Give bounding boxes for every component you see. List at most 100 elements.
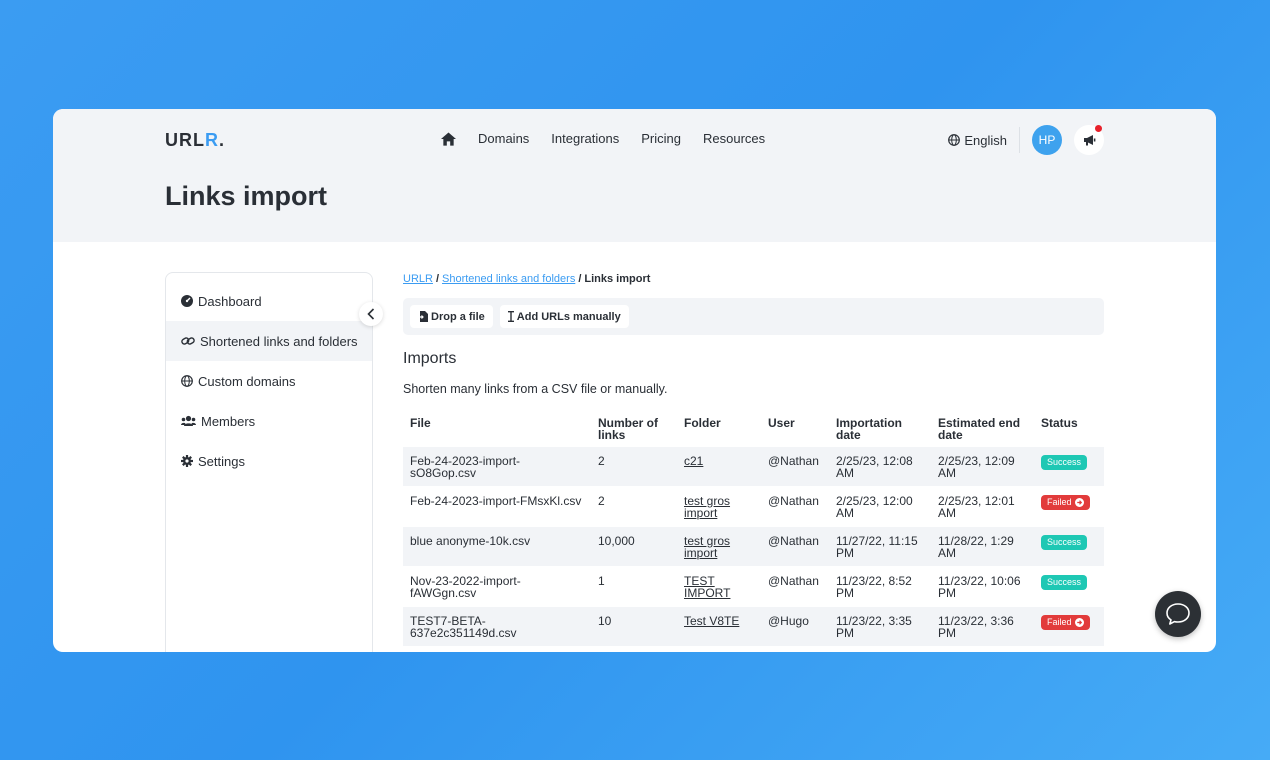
sidebar-item-custom-domains[interactable]: Custom domains: [166, 361, 372, 401]
status-badge: Success: [1041, 575, 1088, 590]
column-header-estimated-end-date[interactable]: Estimated end date: [931, 410, 1034, 447]
cell-status: Failed: [1034, 486, 1104, 527]
cell-user: @Nathan: [761, 526, 829, 567]
language-label: English: [964, 132, 1007, 148]
cell-folder: test gros import: [677, 526, 761, 567]
globe-icon: [181, 375, 193, 387]
arrow-circle-right-icon: [1074, 618, 1084, 627]
sidebar-item-label: Dashboard: [198, 293, 262, 309]
link-icon: [181, 337, 195, 345]
column-header-file[interactable]: File: [403, 410, 591, 447]
logo-accent: R: [205, 130, 219, 150]
app-window: URLR. Domains Integrations Pricing Resou…: [53, 109, 1216, 652]
announcements-button[interactable]: [1074, 125, 1104, 155]
cell-status: Failed: [1034, 606, 1104, 647]
column-header-importation-date[interactable]: Importation date: [829, 410, 931, 447]
cell-import-date: 2/25/23, 12:08 AM: [829, 446, 931, 487]
sidebar-item-shortened-links[interactable]: Shortened links and folders: [166, 321, 372, 361]
cell-user: @Nathan: [761, 566, 829, 607]
cell-import-date: 11/23/22, 3:35 PM: [829, 606, 931, 647]
breadcrumb-root-link[interactable]: URLR: [403, 273, 433, 285]
language-selector[interactable]: English: [948, 127, 1020, 153]
status-badge: Success: [1041, 455, 1088, 470]
add-urls-manually-button[interactable]: Add URLs manually: [499, 305, 629, 328]
globe-icon: [948, 134, 961, 146]
cell-status: Success: [1034, 566, 1104, 607]
table-row[interactable]: Nov-23-2022-import-fAWGgn.csv 1 TEST IMP…: [403, 566, 1104, 607]
text-cursor-icon: [507, 311, 514, 322]
nav-domains[interactable]: Domains: [478, 131, 529, 146]
folder-link[interactable]: test gros import: [684, 534, 730, 560]
users-icon: [181, 415, 196, 426]
breadcrumb-current: Links import: [584, 273, 651, 285]
status-label: Failed: [1047, 497, 1072, 507]
main-content: URLR / Shortened links and folders / Links i…: [403, 272, 1104, 647]
imports-description: Shorten many links from a CSV file or ma…: [403, 382, 668, 396]
sidebar-item-label: Members: [201, 413, 256, 429]
column-header-user[interactable]: User: [761, 410, 829, 447]
cell-links: 2: [591, 486, 677, 527]
home-icon[interactable]: [441, 131, 456, 146]
folder-link[interactable]: test gros import: [684, 494, 730, 520]
cell-file: Feb-24-2023-import-FMsxKl.csv: [403, 486, 591, 527]
table-row[interactable]: Feb-24-2023-import-FMsxKl.csv 2 test gro…: [403, 486, 1104, 527]
breadcrumb-separator: /: [435, 273, 440, 285]
sidebar-item-members[interactable]: Members: [166, 401, 372, 441]
cell-user: @Nathan: [761, 446, 829, 487]
table-row[interactable]: TEST7-BETA-637e2c351149d.csv 10 Test V8T…: [403, 606, 1104, 647]
logo-text: URL: [165, 130, 205, 150]
imports-title: Imports: [403, 350, 457, 367]
status-label: Success: [1047, 537, 1082, 547]
logo-dot: .: [219, 130, 226, 150]
chat-bubble-icon: [1166, 603, 1190, 625]
folder-link[interactable]: TEST IMPORT: [684, 574, 730, 600]
cell-end-date: 2/25/23, 12:09 AM: [931, 446, 1034, 487]
nav-pricing[interactable]: Pricing: [641, 131, 681, 146]
cell-end-date: 11/23/22, 3:36 PM: [931, 606, 1034, 647]
breadcrumb-parent-link[interactable]: Shortened links and folders: [442, 273, 575, 285]
table-row[interactable]: blue anonyme-10k.csv 10,000 test gros im…: [403, 526, 1104, 567]
folder-link[interactable]: c21: [684, 454, 703, 468]
sidebar-item-settings[interactable]: Settings: [166, 441, 372, 481]
file-import-icon: [418, 311, 428, 322]
nav-integrations[interactable]: Integrations: [551, 131, 619, 146]
sidebar-item-dashboard[interactable]: Dashboard: [166, 281, 372, 321]
gear-icon: [181, 455, 193, 467]
drop-file-button[interactable]: Drop a file: [410, 305, 493, 328]
imports-table: File Number of links Folder User Importa…: [403, 410, 1104, 647]
status-badge: Success: [1041, 535, 1088, 550]
breadcrumb-separator: /: [578, 273, 582, 285]
status-label: Success: [1047, 577, 1082, 587]
status-label: Success: [1047, 457, 1082, 467]
chevron-left-icon: [367, 308, 375, 320]
avatar[interactable]: HP: [1032, 125, 1062, 155]
collapse-sidebar-button[interactable]: [359, 302, 383, 326]
megaphone-icon: [1083, 135, 1095, 146]
cell-folder: test gros import: [677, 486, 761, 527]
cell-links: 1: [591, 566, 677, 607]
cell-folder: TEST IMPORT: [677, 566, 761, 607]
cell-import-date: 2/25/23, 12:00 AM: [829, 486, 931, 527]
cell-file: blue anonyme-10k.csv: [403, 526, 591, 567]
sidebar-item-label: Settings: [198, 453, 245, 469]
status-badge[interactable]: Failed: [1041, 495, 1090, 510]
status-badge[interactable]: Failed: [1041, 615, 1090, 630]
table-row[interactable]: Feb-24-2023-import-sO8Gop.csv 2 c21 @Nat…: [403, 446, 1104, 487]
chat-widget-button[interactable]: [1155, 591, 1201, 637]
cell-file: TEST7-BETA-637e2c351149d.csv: [403, 606, 591, 647]
column-header-number-of-links[interactable]: Number of links: [591, 410, 677, 447]
arrow-circle-right-icon: [1074, 498, 1084, 507]
cell-import-date: 11/27/22, 11:15 PM: [829, 526, 931, 567]
logo[interactable]: URLR.: [165, 130, 225, 151]
cell-file: Nov-23-2022-import-fAWGgn.csv: [403, 566, 591, 607]
cell-user: @Hugo: [761, 606, 829, 647]
folder-link[interactable]: Test V8TE: [684, 614, 739, 628]
cell-file: Feb-24-2023-import-sO8Gop.csv: [403, 446, 591, 487]
notification-dot: [1095, 125, 1102, 132]
column-header-folder[interactable]: Folder: [677, 410, 761, 447]
cell-status: Success: [1034, 526, 1104, 567]
table-header-row: File Number of links Folder User Importa…: [403, 410, 1104, 447]
nav-resources[interactable]: Resources: [703, 131, 765, 146]
cell-user: @Nathan: [761, 486, 829, 527]
column-header-status[interactable]: Status: [1034, 410, 1104, 447]
